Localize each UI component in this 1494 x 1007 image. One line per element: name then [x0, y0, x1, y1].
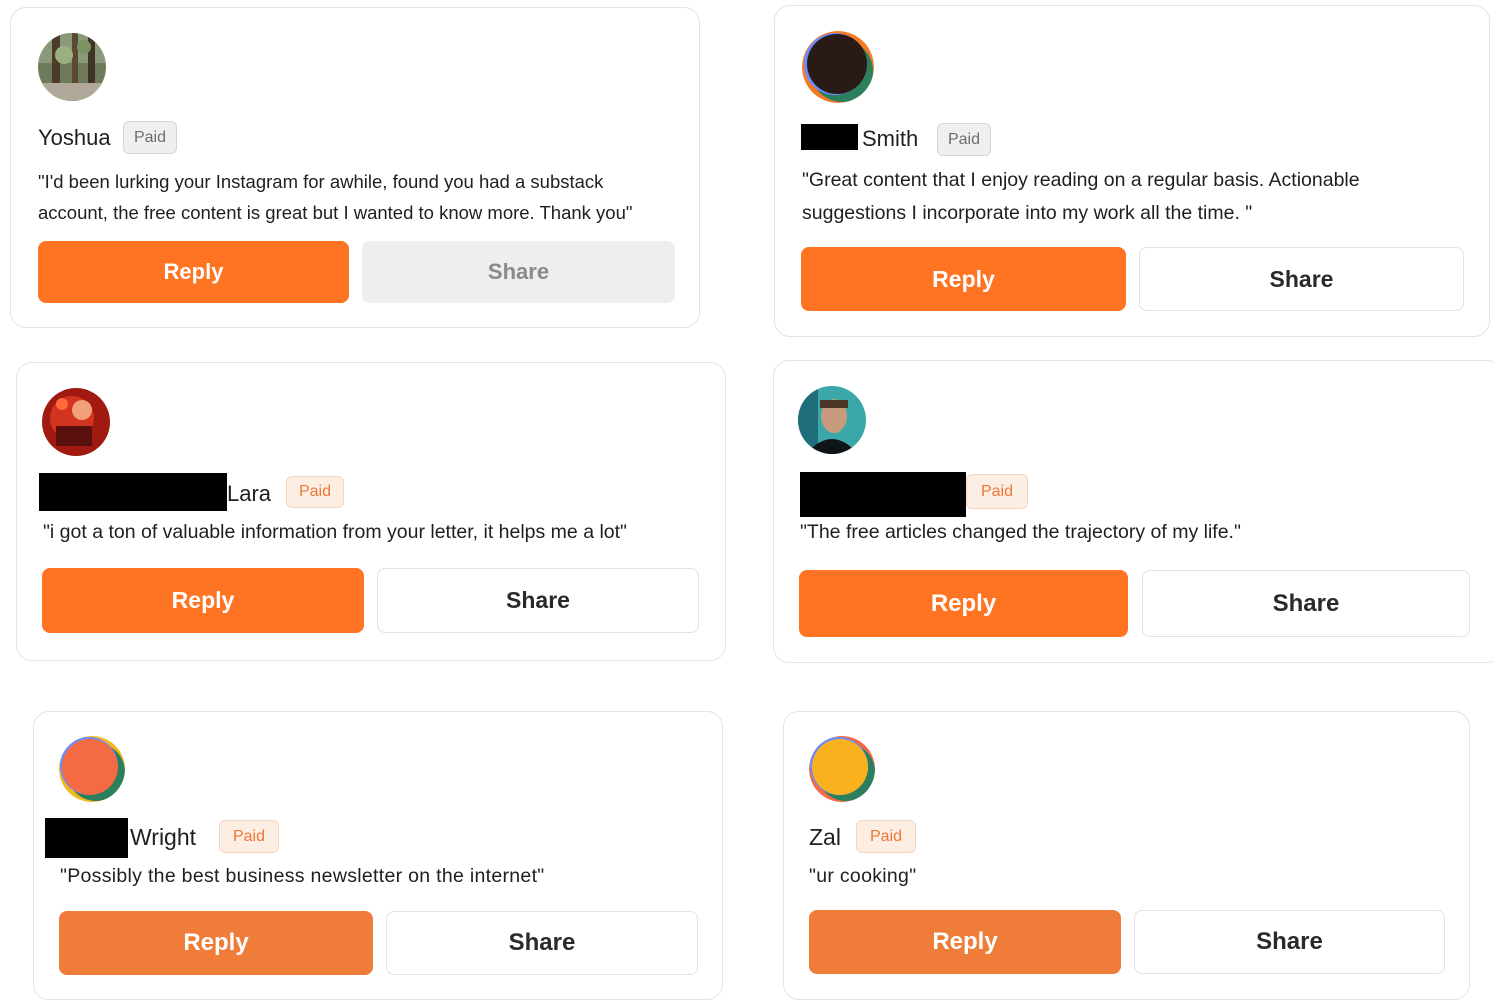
commenter-name: Smith: [862, 126, 919, 151]
man-portrait-avatar-icon: [798, 386, 866, 454]
paid-badge: Paid: [937, 123, 991, 156]
reply-button[interactable]: Reply: [59, 911, 373, 975]
share-button[interactable]: Share: [377, 568, 699, 633]
comment-card: Yoshua Paid "I'd been lurking your Insta…: [10, 7, 700, 328]
reply-button[interactable]: Reply: [38, 241, 349, 303]
share-button[interactable]: Share: [1142, 570, 1470, 637]
avatar[interactable]: [802, 31, 874, 103]
avatar[interactable]: [42, 388, 110, 456]
commenter-name: Lara: [227, 481, 272, 506]
dark-disc-avatar-icon: [802, 31, 874, 103]
reply-button[interactable]: Reply: [799, 570, 1128, 637]
share-button[interactable]: Share: [386, 911, 698, 975]
comment-text: "Great content that I enjoy reading on a…: [802, 169, 1360, 224]
comment-text: "Possibly the best business newsletter o…: [60, 865, 545, 887]
redacted-name-block: [39, 473, 227, 511]
redacted-name-block: [801, 124, 858, 150]
reply-button[interactable]: Reply: [42, 568, 364, 633]
comment-text: "ur cooking": [809, 865, 917, 887]
commenter-name: Wright: [130, 824, 197, 850]
yellow-disc-avatar-icon: [809, 736, 875, 802]
paid-badge: Paid: [966, 474, 1028, 509]
comment-card: Lara Paid "i got a ton of valuable infor…: [16, 362, 726, 661]
paid-badge: Paid: [856, 820, 916, 853]
redacted-name-block: [45, 818, 128, 858]
commenter-name: Zal: [809, 824, 841, 850]
comment-card: Smith Paid "Great content that I enjoy r…: [774, 5, 1490, 337]
reply-button[interactable]: Reply: [801, 247, 1126, 311]
reply-button[interactable]: Reply: [809, 910, 1121, 974]
comment-text: "I'd been lurking your Instagram for awh…: [38, 171, 633, 223]
paid-badge: Paid: [286, 476, 344, 508]
comment-card: Wright Paid "Possibly the best business …: [33, 711, 723, 1000]
comment-text: "The free articles changed the trajector…: [800, 521, 1241, 543]
share-button[interactable]: Share: [1139, 247, 1464, 311]
comment-card: Zal Paid "ur cooking" Reply Share: [783, 711, 1470, 1000]
redacted-name-block: [800, 472, 966, 517]
share-button[interactable]: Share: [1134, 910, 1445, 974]
paid-badge: Paid: [219, 820, 279, 853]
comment-text: "i got a ton of valuable information fro…: [43, 521, 627, 543]
commenter-name: Yoshua: [38, 125, 111, 150]
orange-disc-avatar-icon: [59, 736, 125, 802]
red-photo-avatar-icon: [42, 388, 110, 456]
avatar[interactable]: [59, 736, 125, 802]
share-button[interactable]: Share: [362, 241, 675, 303]
paid-badge: Paid: [123, 121, 177, 154]
forest-avatar-icon: [38, 33, 106, 101]
avatar[interactable]: [798, 386, 866, 454]
avatar[interactable]: [809, 736, 875, 802]
avatar[interactable]: [38, 33, 106, 101]
comment-card: Paid "The free articles changed the traj…: [773, 360, 1494, 663]
